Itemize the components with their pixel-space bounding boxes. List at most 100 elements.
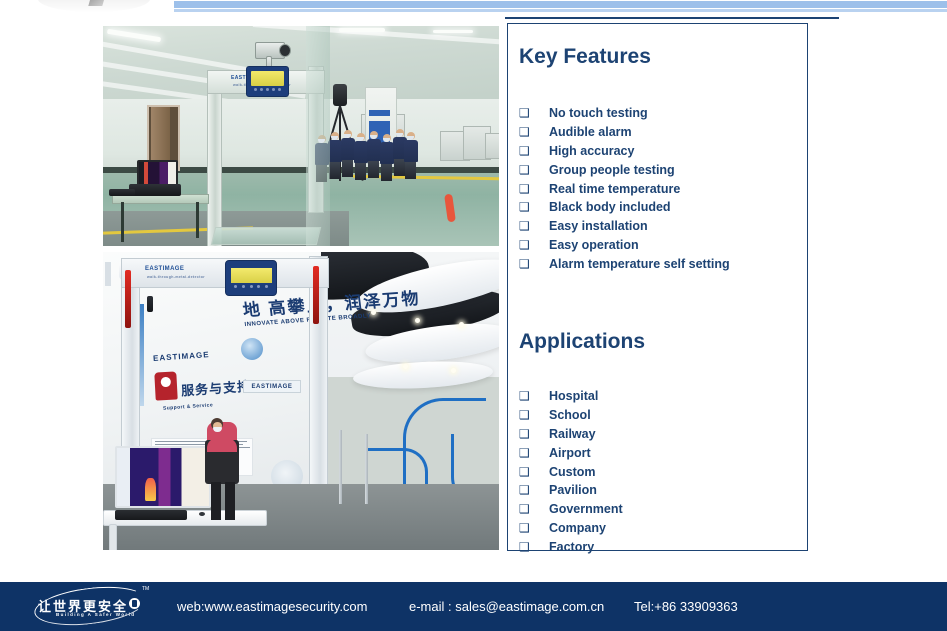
person-masked xyxy=(403,132,418,179)
showroom-thermal-monitor xyxy=(115,446,211,508)
key-features-heading: Key Features xyxy=(519,45,651,68)
eastimage-nameplate: EASTIMAGE xyxy=(243,380,301,393)
table-leg xyxy=(121,202,124,242)
thermal-monitor-screen xyxy=(139,162,176,185)
thermal-hotspot xyxy=(144,478,156,502)
cabinet-blue-label xyxy=(369,110,390,116)
list-item[interactable]: ❑ Alarm temperature self setting xyxy=(519,254,730,273)
visitor-leg xyxy=(211,482,221,520)
company-logo: 让世界更安全 Building A Safer World TM xyxy=(26,581,154,631)
table-leg xyxy=(196,202,199,238)
logo-trademark-mark: TM xyxy=(142,586,150,592)
list-item[interactable]: ❑ Railway xyxy=(519,425,623,444)
list-item[interactable]: ❑ Airport xyxy=(519,443,623,462)
queue-barrier-post xyxy=(339,430,342,504)
applications-heading: Applications xyxy=(519,330,646,353)
list-item[interactable]: ❑ High accuracy xyxy=(519,142,730,161)
checkbox-icon[interactable]: ❑ xyxy=(519,239,549,251)
footer-website[interactable]: web:www.eastimagesecurity.com xyxy=(177,599,368,614)
checkbox-icon[interactable]: ❑ xyxy=(519,390,549,402)
checkbox-icon[interactable]: ❑ xyxy=(519,447,549,459)
feature-label: Real time temperature xyxy=(549,181,681,196)
checkbox-icon[interactable]: ❑ xyxy=(519,522,549,534)
ceiling-light xyxy=(339,28,385,32)
checkbox-icon[interactable]: ❑ xyxy=(519,201,549,213)
list-item[interactable]: ❑ Company xyxy=(519,519,623,538)
feature-label: Easy installation xyxy=(549,219,648,234)
list-item[interactable]: ❑ Easy operation xyxy=(519,236,730,255)
application-label: School xyxy=(549,408,591,423)
logo-english-tagline: Building A Safer World xyxy=(56,612,136,617)
glass-slab-on-floor xyxy=(210,227,322,245)
checkbox-icon[interactable]: ❑ xyxy=(519,164,549,176)
application-label: Airport xyxy=(549,445,591,460)
application-label: Factory xyxy=(549,539,595,554)
list-item[interactable]: ❑ School xyxy=(519,406,623,425)
desk-leg xyxy=(109,524,117,550)
list-item[interactable]: ❑ Government xyxy=(519,500,623,519)
application-label: Hospital xyxy=(549,389,599,404)
brand-circle-decal xyxy=(241,338,263,360)
checkbox-icon[interactable]: ❑ xyxy=(519,220,549,232)
application-label: Company xyxy=(549,520,606,535)
list-item[interactable]: ❑ Easy installation xyxy=(519,217,730,236)
list-item[interactable]: ❑ Factory xyxy=(519,537,623,556)
ceiling-light xyxy=(433,30,473,33)
list-item[interactable]: ❑ Audible alarm xyxy=(519,123,730,142)
ceiling-downlight xyxy=(459,322,464,327)
list-item[interactable]: ❑ Hospital xyxy=(519,387,623,406)
checkbox-icon[interactable]: ❑ xyxy=(519,541,549,553)
list-item[interactable]: ❑ Pavilion xyxy=(519,481,623,500)
application-label: Pavilion xyxy=(549,483,597,498)
checkbox-icon[interactable]: ❑ xyxy=(519,484,549,496)
checkbox-icon[interactable]: ❑ xyxy=(519,145,549,157)
applications-list: ❑ Hospital ❑ School ❑ Railway ❑ Airport ❑ Cus… xyxy=(519,387,623,556)
feature-label: Black body included xyxy=(549,200,671,215)
gate-led-indicator-left xyxy=(125,270,131,328)
gate-led-indicator-right xyxy=(313,266,319,324)
stacked-panel xyxy=(485,133,499,159)
showroom-gate-display-screen xyxy=(230,267,272,284)
gate-display-indicator-lights xyxy=(253,88,282,92)
footer-telephone[interactable]: Tel:+86 33909363 xyxy=(634,599,738,614)
service-red-logo xyxy=(154,371,178,401)
checkbox-icon[interactable]: ❑ xyxy=(519,428,549,440)
checkbox-icon[interactable]: ❑ xyxy=(519,409,549,421)
feature-label: High accuracy xyxy=(549,143,635,158)
checkbox-icon[interactable]: ❑ xyxy=(519,107,549,119)
photo-showroom-walkthrough-screening: 地 高攀上，润泽万物 INNOVATE ABOVE RADIATE BROADL… xyxy=(103,252,499,550)
list-item[interactable]: ❑ Real time temperature xyxy=(519,179,730,198)
feature-label: No touch testing xyxy=(549,106,648,121)
checkbox-icon[interactable]: ❑ xyxy=(519,258,549,270)
checkbox-icon[interactable]: ❑ xyxy=(519,126,549,138)
gate-left-post xyxy=(207,74,222,246)
feature-label: Audible alarm xyxy=(549,125,632,140)
showroom-gate-indicator-lights xyxy=(234,285,268,290)
doorway xyxy=(150,107,171,165)
checkbox-icon[interactable]: ❑ xyxy=(519,466,549,478)
mouse xyxy=(199,512,205,516)
showroom-gate-brand-subtitle: walk-through-metal-detector xyxy=(147,275,206,279)
checkbox-icon[interactable]: ❑ xyxy=(519,503,549,515)
application-label: Custom xyxy=(549,464,596,479)
list-item[interactable]: ❑ Custom xyxy=(519,462,623,481)
page-footer: 让世界更安全 Building A Safer World TM web:www… xyxy=(0,581,947,631)
showroom-gate-brand-label: EASTIMAGE xyxy=(145,266,185,272)
application-label: Government xyxy=(549,502,623,517)
feature-label: Group people testing xyxy=(549,162,675,177)
header-navy-rule xyxy=(505,17,839,19)
feature-label: Alarm temperature self setting xyxy=(549,256,730,271)
black-body-calibrator xyxy=(333,84,347,106)
photo-factory-walkthrough-screening: EASTIMAGE walk-through-metal-detector xyxy=(103,26,499,246)
checkbox-icon[interactable]: ❑ xyxy=(519,183,549,195)
footer-email[interactable]: e-mail : sales@eastimage.com.cn xyxy=(409,599,604,614)
visitor-leg xyxy=(225,482,235,520)
list-item[interactable]: ❑ No touch testing xyxy=(519,104,730,123)
ceiling-downlight xyxy=(415,318,420,323)
slide-body: EASTIMAGE walk-through-metal-detector xyxy=(0,20,947,570)
controller-box xyxy=(129,184,181,196)
eastimage-watermark-logo xyxy=(38,0,150,12)
list-item[interactable]: ❑ Black body included xyxy=(519,198,730,217)
showroom-thermal-monitor-screen xyxy=(117,448,209,506)
list-item[interactable]: ❑ Group people testing xyxy=(519,160,730,179)
